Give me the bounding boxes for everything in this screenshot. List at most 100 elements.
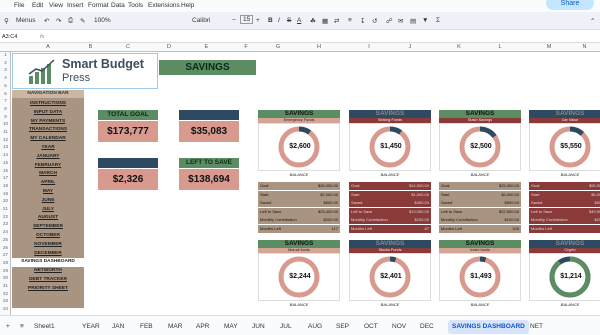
row-header[interactable]: 13 [0,144,11,149]
wrap-icon[interactable]: ↺ [372,17,377,25]
row-header[interactable]: 9 [0,114,11,119]
row-header[interactable]: 5 [0,83,11,88]
nav-link[interactable]: INPUT DATA [12,109,84,118]
strikethrough-button[interactable]: S [287,17,291,24]
nav-link[interactable]: AUGUST [12,214,84,223]
bold-button[interactable]: B [268,17,273,24]
share-button[interactable]: Share [546,0,594,10]
sheet-tab[interactable]: NET [530,323,543,330]
row-header[interactable]: 10 [0,121,11,126]
row-header[interactable]: 2 [0,60,11,65]
menu-file[interactable]: File [14,2,24,9]
column-header[interactable]: B [84,44,97,50]
menu-extensions[interactable]: Extensions [148,2,180,9]
filter-icon[interactable]: ▼ [422,17,428,24]
row-header[interactable]: 32 [0,291,11,296]
font-size-input[interactable]: 15 [240,15,254,24]
zoom-select[interactable]: 100% [94,17,111,24]
row-header[interactable]: 29 [0,268,11,273]
collapse-icon[interactable]: ⌃ [590,17,595,25]
valign-icon[interactable]: ↧ [360,17,365,25]
row-header[interactable]: 15 [0,160,11,165]
menu-tools[interactable]: Tools [128,2,143,9]
row-header[interactable]: 4 [0,75,11,80]
sheet-tab[interactable]: JUN [252,323,265,330]
nav-link[interactable]: YEAR [12,144,84,153]
row-header[interactable]: 1 [0,52,11,57]
sheet-tab[interactable]: JAN [112,323,124,330]
row-header[interactable]: 28 [0,260,11,265]
sheet-tab[interactable]: YEAR [82,323,100,330]
row-header[interactable]: 17 [0,175,11,180]
font-select[interactable]: Calibri [192,17,210,24]
nav-link[interactable]: JANUARY [12,153,84,162]
italic-button[interactable]: I [278,17,280,24]
row-header[interactable]: 34 [0,306,11,311]
row-header[interactable]: 7 [0,98,11,103]
row-header[interactable]: 21 [0,206,11,211]
row-header[interactable]: 26 [0,245,11,250]
fill-color-icon[interactable]: ☘ [310,17,316,25]
search-icon[interactable]: ⚲ [4,17,9,25]
nav-link[interactable]: SAVINGS DASHBOARD [12,258,84,267]
sheet-tab[interactable]: OCT [364,323,378,330]
all-sheets-icon[interactable]: ≡ [20,323,24,330]
row-header[interactable]: 3 [0,67,11,72]
sheet-tab[interactable]: FEB [140,323,153,330]
nav-link[interactable]: SEPTEMBER [12,223,84,232]
merge-icon[interactable]: ⇄ [334,17,339,25]
column-header[interactable]: N [569,44,600,50]
nav-link[interactable]: PRIORITY SHEET [12,285,84,294]
nav-link[interactable]: INSTRUCTIONS [12,100,84,109]
row-header[interactable]: 8 [0,106,11,111]
decrease-font-icon[interactable]: − [232,17,236,24]
sheet-tab[interactable]: AUG [308,323,322,330]
menu-format[interactable]: Format [88,2,109,9]
paint-format-icon[interactable]: ✎ [80,17,85,25]
nav-link[interactable]: DECEMBER [12,250,84,259]
column-header[interactable]: E [179,44,234,50]
name-box[interactable]: A3:C4 [2,34,17,40]
sheet-tab[interactable]: APR [196,323,209,330]
menu-view[interactable]: View [49,2,63,9]
row-header[interactable]: 24 [0,229,11,234]
column-header[interactable]: H [298,44,340,50]
column-header[interactable]: G [258,44,298,50]
row-header[interactable]: 33 [0,298,11,303]
menus-search[interactable]: Menus [16,17,36,24]
row-header[interactable]: 14 [0,152,11,157]
print-icon[interactable]: ⎙ [68,17,73,25]
nav-link[interactable]: MARCH [12,170,84,179]
nav-link[interactable]: FEBRUARY [12,162,84,171]
sheet-tab[interactable]: MAY [224,323,238,330]
row-header[interactable]: 23 [0,221,11,226]
sheet-tab[interactable]: MAR [168,323,182,330]
increase-font-icon[interactable]: + [256,17,260,24]
menu-data[interactable]: Data [111,2,125,9]
link-icon[interactable]: ☍ [386,17,393,25]
sheet-tab[interactable]: JUL [280,323,292,330]
nav-link[interactable]: JULY [12,206,84,215]
nav-link[interactable]: TRANSACTIONS [12,126,84,135]
row-header[interactable]: 31 [0,283,11,288]
comment-icon[interactable]: ✉ [398,17,403,25]
sheet-tab[interactable]: NOV [392,323,406,330]
menu-edit[interactable]: Edit [32,2,43,9]
nav-link[interactable]: MY CALENDAR [12,135,84,144]
column-header[interactable]: M [529,44,569,50]
column-header[interactable]: J [389,44,431,50]
undo-icon[interactable]: ↶ [44,17,49,25]
redo-icon[interactable]: ↷ [56,17,61,25]
nav-link[interactable]: APRIL [12,179,84,188]
row-header[interactable]: 27 [0,252,11,257]
sheet-tab[interactable]: SEP [336,323,349,330]
text-color-button[interactable]: A [297,17,301,24]
nav-link[interactable]: DEBT TRACKER [12,276,84,285]
row-header[interactable]: 22 [0,214,11,219]
column-header[interactable]: C [97,44,159,50]
row-header[interactable]: 12 [0,137,11,142]
row-header[interactable]: 19 [0,191,11,196]
row-header[interactable]: 18 [0,183,11,188]
row-header[interactable]: 6 [0,91,11,96]
nav-link[interactable]: JUNE [12,197,84,206]
